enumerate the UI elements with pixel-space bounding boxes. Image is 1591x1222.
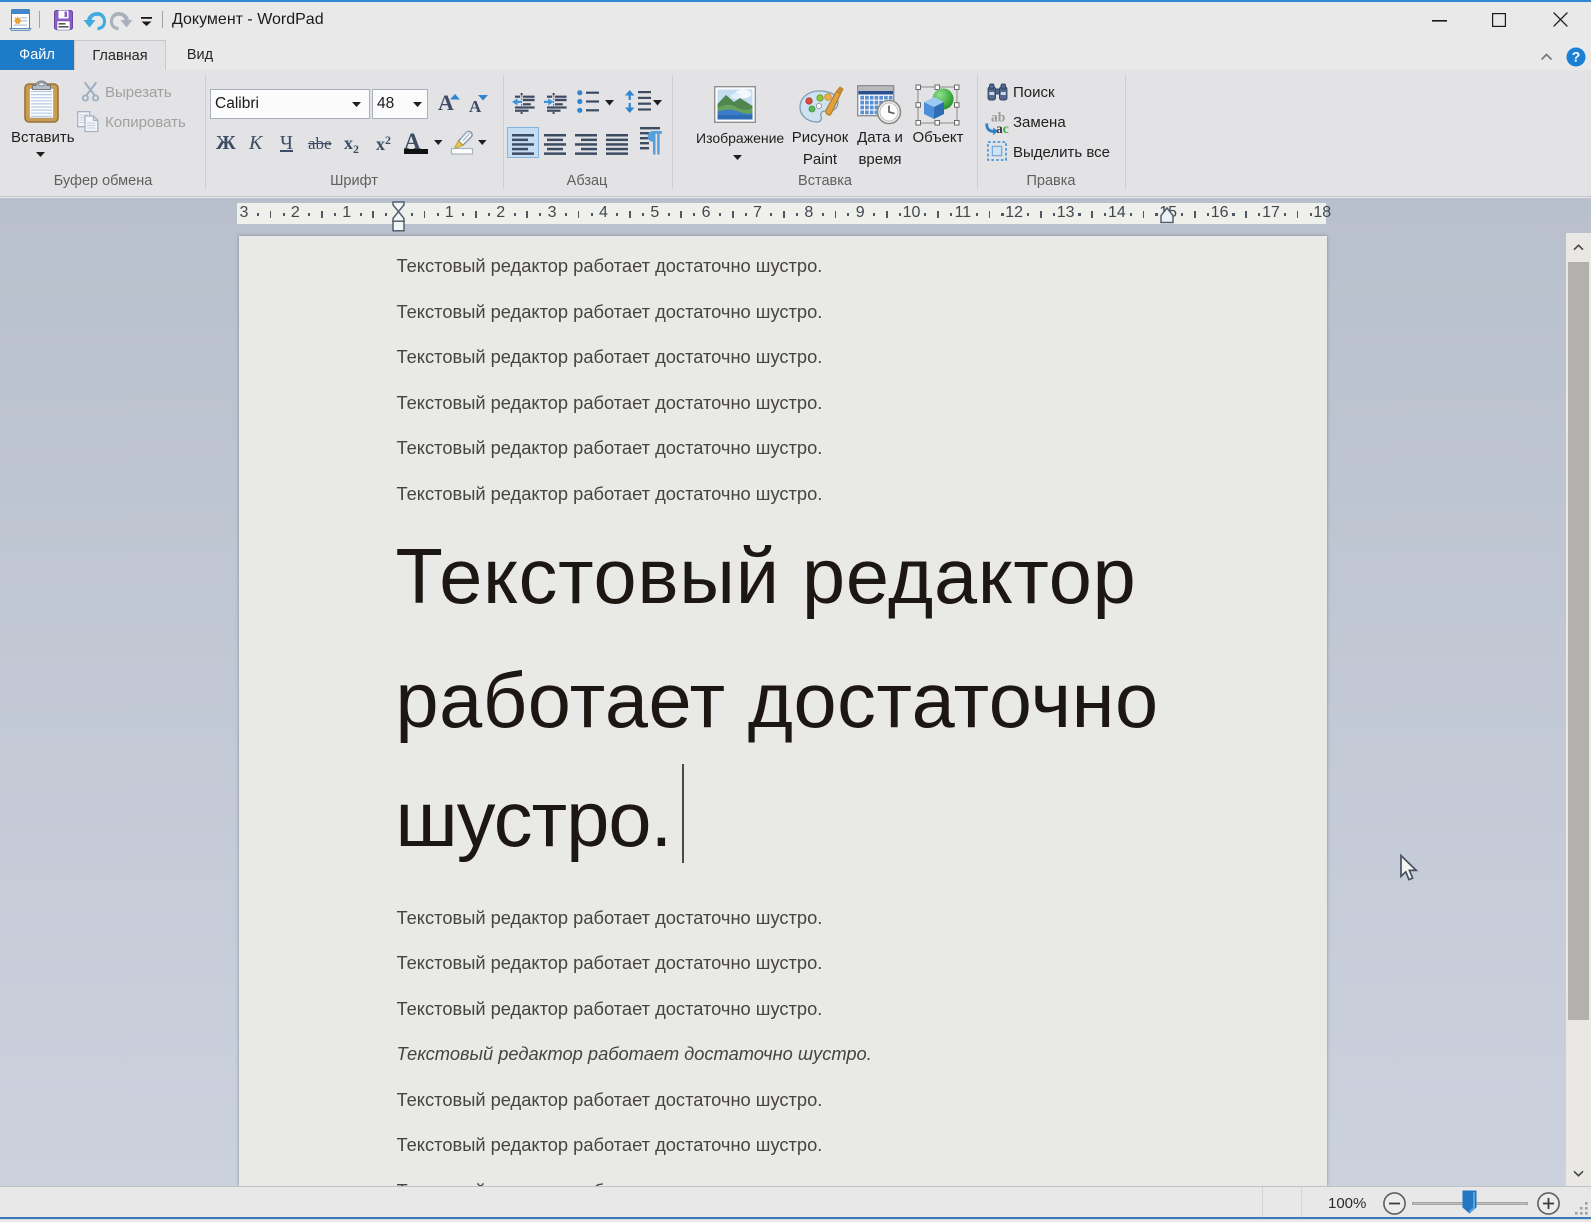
- svg-text:ac: ac: [996, 121, 1009, 136]
- svg-text:?: ?: [1572, 49, 1581, 65]
